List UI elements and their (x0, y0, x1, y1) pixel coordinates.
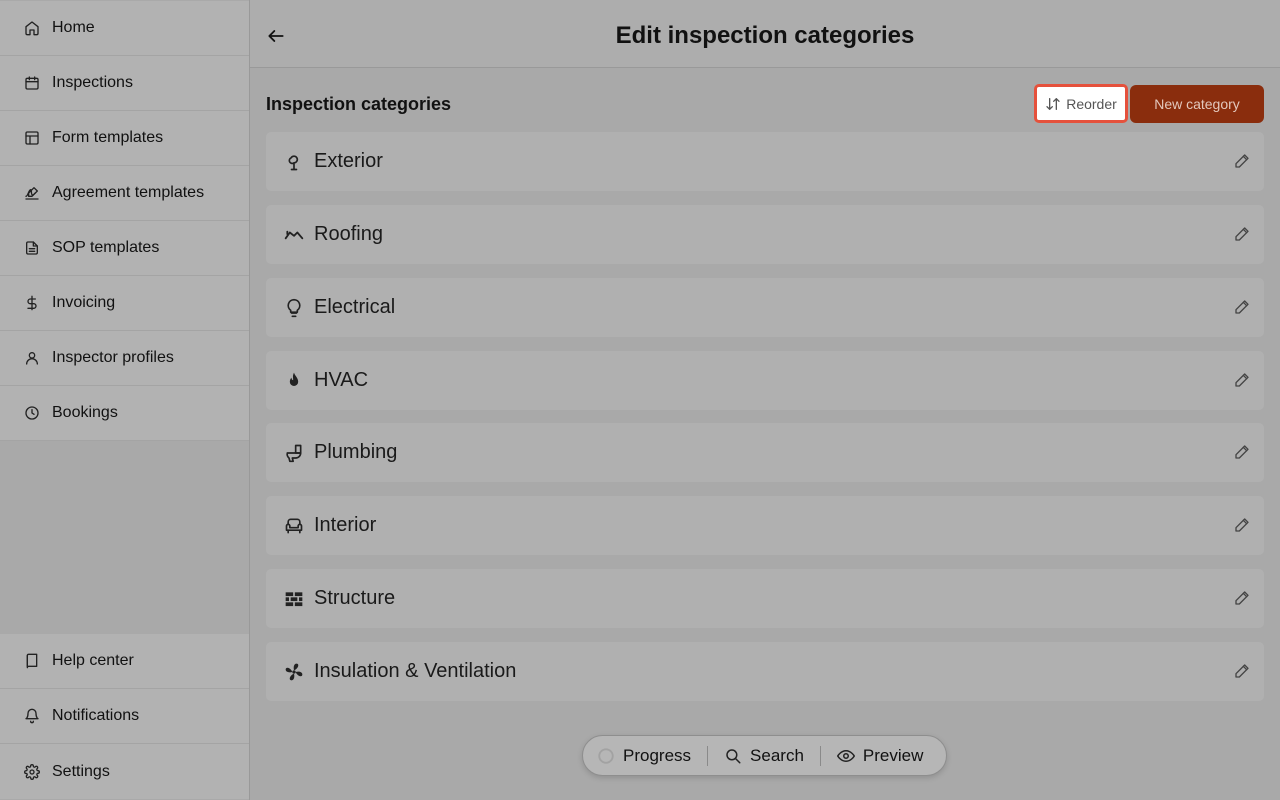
pencil-icon[interactable] (1234, 153, 1250, 169)
sidebar-item-invoicing[interactable]: Invoicing (0, 276, 249, 331)
brick-wall-icon (284, 589, 304, 609)
sidebar-item-bookings[interactable]: Bookings (0, 386, 249, 441)
search-button[interactable]: Search (708, 736, 820, 775)
sidebar-item-label: Bookings (52, 404, 118, 421)
sidebar-item-label: Inspections (52, 74, 133, 91)
arrows-up-down-icon (1045, 96, 1066, 112)
progress-button[interactable]: Progress (583, 736, 707, 775)
sidebar-item-label: Notifications (52, 707, 140, 724)
category-label: HVAC (314, 369, 369, 391)
page-header: Edit inspection categories (250, 0, 1280, 68)
sidebar-item-agreement-templates[interactable]: Agreement templates (0, 166, 249, 221)
pencil-icon[interactable] (1234, 517, 1250, 533)
flame-icon (284, 371, 304, 391)
search-label: Search (750, 745, 804, 765)
category-row-plumbing[interactable]: Plumbing (266, 423, 1264, 482)
preview-label: Preview (862, 745, 924, 765)
sidebar-item-label: Help center (52, 652, 134, 669)
preview-button[interactable]: Preview (821, 736, 937, 775)
new-category-button[interactable]: New category (1130, 85, 1264, 123)
sidebar-item-label: Home (52, 19, 95, 36)
pencil-icon[interactable] (1234, 444, 1250, 460)
category-label: Plumbing (314, 441, 398, 463)
category-row-electrical[interactable]: Electrical (266, 278, 1264, 337)
sidebar-item-label: SOP templates (52, 239, 160, 256)
pencil-icon[interactable] (1234, 372, 1250, 388)
sidebar: Home Inspections Form templates Agreemen… (0, 0, 250, 800)
sidebar-item-label: Settings (52, 762, 110, 780)
signature-icon (24, 185, 40, 201)
sidebar-item-label: Inspector profiles (52, 349, 174, 366)
category-row-insulation-ventilation[interactable]: Insulation & Ventilation (266, 642, 1264, 701)
category-row-exterior[interactable]: Exterior (266, 132, 1264, 191)
pencil-icon[interactable] (1234, 226, 1250, 242)
pencil-icon[interactable] (1234, 299, 1250, 315)
category-label: Exterior (314, 150, 383, 172)
book-icon (24, 653, 40, 669)
sidebar-item-label: Invoicing (52, 294, 116, 311)
gear-icon (24, 763, 40, 780)
roof-icon (284, 225, 304, 245)
sidebar-item-label: Form templates (52, 129, 164, 146)
clock-icon (24, 405, 40, 421)
pencil-icon[interactable] (1234, 663, 1250, 679)
main-content: Edit inspection categories Inspection ca… (250, 0, 1280, 800)
lightbulb-icon (284, 298, 304, 318)
sidebar-item-notifications[interactable]: Notifications (0, 689, 249, 744)
bell-icon (24, 708, 40, 724)
tree-icon (284, 152, 304, 172)
layout-icon (24, 130, 40, 146)
sidebar-item-settings[interactable]: Settings (0, 744, 249, 799)
category-label: Interior (314, 514, 377, 536)
category-row-roofing[interactable]: Roofing (266, 205, 1264, 264)
category-row-structure[interactable]: Structure (266, 569, 1264, 628)
sidebar-item-label: Agreement templates (52, 184, 205, 201)
reorder-label: Reorder (1066, 95, 1117, 112)
progress-label: Progress (623, 745, 692, 765)
user-icon (24, 350, 40, 366)
sidebar-item-home[interactable]: Home (0, 1, 249, 56)
sidebar-item-sop-templates[interactable]: SOP templates (0, 221, 249, 276)
sidebar-item-form-templates[interactable]: Form templates (0, 111, 249, 166)
section-title: Inspection categories (266, 94, 452, 114)
fan-icon (284, 662, 304, 682)
progress-ring-icon (597, 747, 623, 765)
sidebar-item-inspections[interactable]: Inspections (0, 56, 249, 111)
calendar-icon (24, 75, 40, 91)
dollar-icon (24, 295, 40, 311)
category-label: Roofing (314, 223, 383, 245)
sidebar-item-inspector-profiles[interactable]: Inspector profiles (0, 331, 249, 386)
category-row-interior[interactable]: Interior (266, 496, 1264, 555)
home-icon (24, 20, 40, 36)
category-label: Insulation & Ventilation (314, 660, 517, 682)
sofa-icon (284, 516, 304, 536)
category-row-hvac[interactable]: HVAC (266, 351, 1264, 410)
toilet-icon (284, 443, 304, 463)
document-icon (24, 240, 40, 256)
search-icon (724, 747, 750, 765)
category-label: Electrical (314, 296, 396, 318)
sidebar-item-help-center[interactable]: Help center (0, 634, 249, 689)
pencil-icon[interactable] (1234, 590, 1250, 606)
eye-icon (836, 747, 863, 765)
bottom-toolbar: Progress Search Preview (582, 735, 947, 776)
reorder-button[interactable]: Reorder (1034, 84, 1128, 123)
page-title: Edit inspection categories (615, 22, 915, 49)
category-label: Structure (314, 587, 396, 609)
